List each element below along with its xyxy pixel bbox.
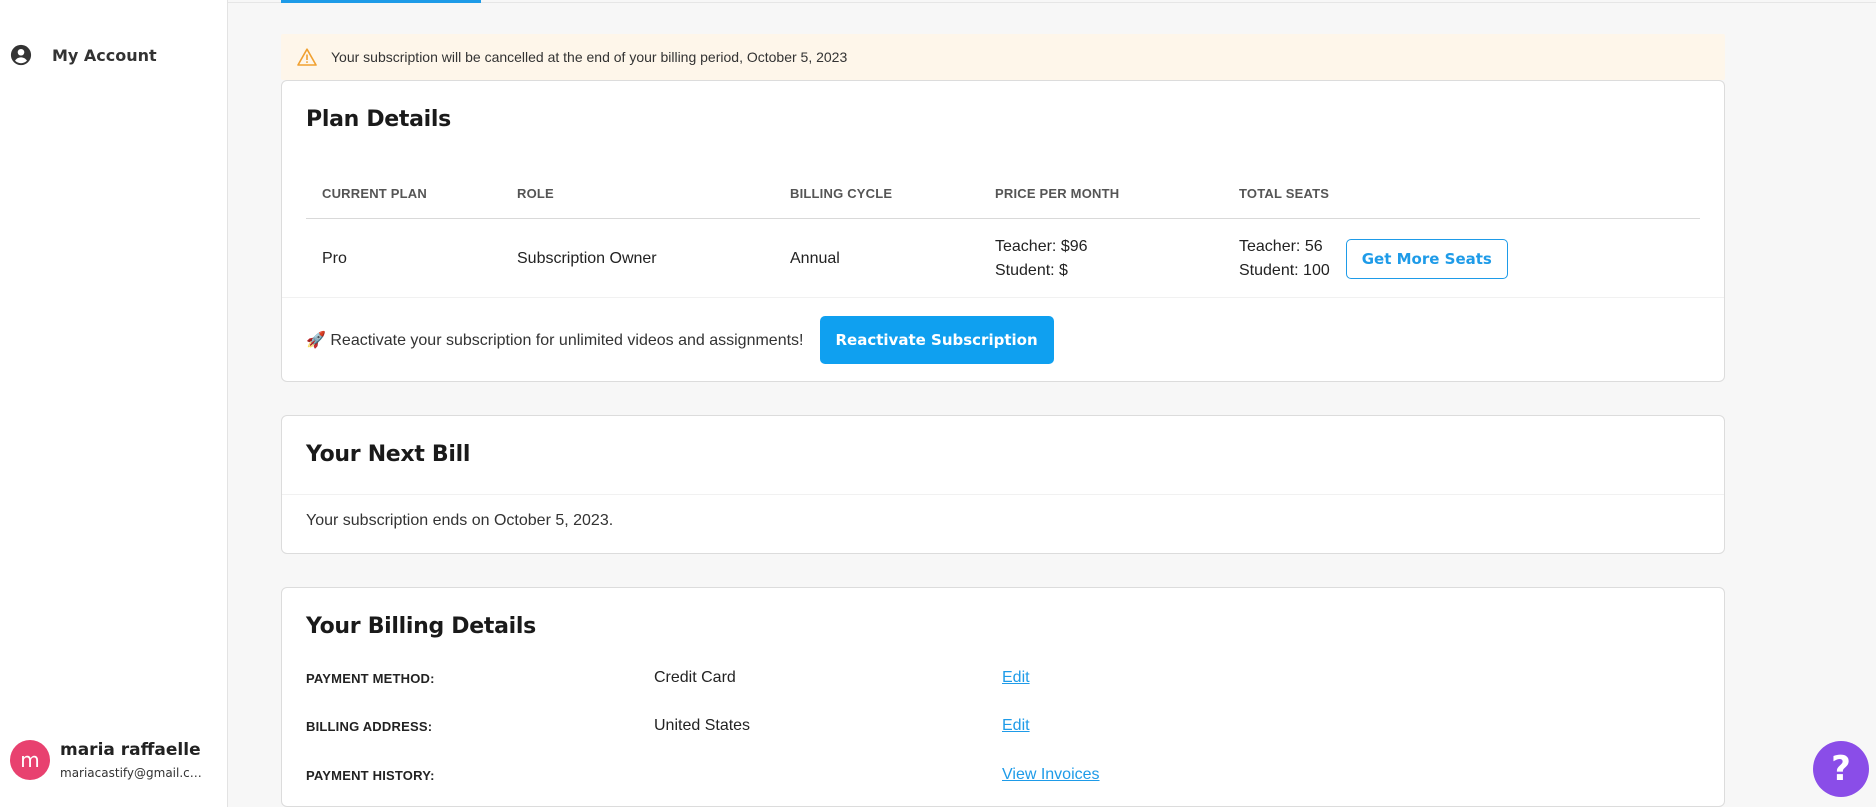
question-mark-icon: ? [1831, 749, 1851, 789]
next-bill-title: Your Next Bill [306, 442, 471, 467]
plan-details-title: Plan Details [306, 107, 451, 132]
price-teacher: Teacher: $96 [995, 238, 1088, 255]
edit-billing-address-link[interactable]: Edit [1002, 717, 1030, 735]
user-email: mariacastify@gmail.co... [60, 766, 202, 780]
warning-icon [297, 48, 317, 66]
reactivate-subscription-button[interactable]: Reactivate Subscription [819, 316, 1054, 364]
billing-row-value: Credit Card [654, 669, 736, 686]
reactivate-message: 🚀 Reactivate your subscription for unlim… [306, 332, 804, 349]
divider [282, 494, 1724, 495]
role-value: Subscription Owner [517, 250, 657, 267]
billing-details-card: Your Billing Details PAYMENT METHOD: Cre… [281, 587, 1725, 807]
user-name: maria raffaelle [60, 740, 201, 760]
billing-row-label: BILLING ADDRESS: [306, 718, 433, 734]
price-student: Student: $ [995, 262, 1068, 279]
active-tab-indicator [281, 0, 481, 3]
sidebar: My Account m maria raffaelle mariacastif… [0, 0, 228, 807]
plan-table: CURRENT PLAN ROLE BILLING CYCLE PRICE PE… [306, 169, 1700, 299]
alert-message: Your subscription will be cancelled at t… [331, 49, 848, 65]
seats-student: Student: 100 [1239, 262, 1330, 279]
sidebar-item-label: My Account [52, 45, 157, 65]
current-plan-value: Pro [322, 250, 347, 267]
billing-details-title: Your Billing Details [306, 614, 536, 639]
cancellation-alert: Your subscription will be cancelled at t… [281, 34, 1725, 80]
main-content: Your subscription will be cancelled at t… [281, 34, 1725, 807]
total-seats-value: Teacher: 56 Student: 100 Get More Seats [1239, 235, 1700, 283]
plan-details-card: Plan Details CURRENT PLAN ROLE BILLING C… [281, 80, 1725, 382]
account-circle-icon [10, 44, 32, 66]
header-billing-cycle: BILLING CYCLE [790, 186, 893, 201]
price-per-month-value: Teacher: $96 Student: $ [995, 235, 1239, 283]
billing-cycle-value: Annual [790, 250, 840, 267]
billing-row-billing-address: BILLING ADDRESS: United States Edit [306, 717, 1206, 735]
plan-table-header: CURRENT PLAN ROLE BILLING CYCLE PRICE PE… [306, 169, 1700, 219]
header-total-seats: TOTAL SEATS [1239, 186, 1330, 201]
header-role: ROLE [517, 186, 554, 201]
sidebar-item-my-account[interactable]: My Account [10, 44, 157, 66]
edit-payment-method-link[interactable]: Edit [1002, 669, 1030, 687]
table-row: Pro Subscription Owner Annual Teacher: $… [306, 219, 1700, 299]
header-price-per-month: PRICE PER MONTH [995, 186, 1120, 201]
billing-row-payment-history: PAYMENT HISTORY: View Invoices [306, 766, 1206, 784]
avatar: m [10, 740, 50, 780]
get-more-seats-button[interactable]: Get More Seats [1345, 239, 1508, 279]
next-bill-text: Your subscription ends on October 5, 202… [306, 512, 614, 529]
help-button[interactable]: ? [1813, 741, 1869, 797]
view-invoices-link[interactable]: View Invoices [1002, 766, 1100, 784]
user-profile[interactable]: m maria raffaelle mariacastify@gmail.co.… [10, 740, 202, 780]
reactivate-banner: 🚀 Reactivate your subscription for unlim… [282, 297, 1724, 382]
billing-row-value: United States [654, 717, 751, 734]
seats-teacher: Teacher: 56 [1239, 238, 1323, 255]
next-bill-card: Your Next Bill Your subscription ends on… [281, 415, 1725, 554]
billing-row-label: PAYMENT METHOD: [306, 670, 435, 686]
header-current-plan: CURRENT PLAN [322, 186, 427, 201]
billing-row-label: PAYMENT HISTORY: [306, 767, 435, 783]
billing-row-payment-method: PAYMENT METHOD: Credit Card Edit [306, 669, 1206, 687]
